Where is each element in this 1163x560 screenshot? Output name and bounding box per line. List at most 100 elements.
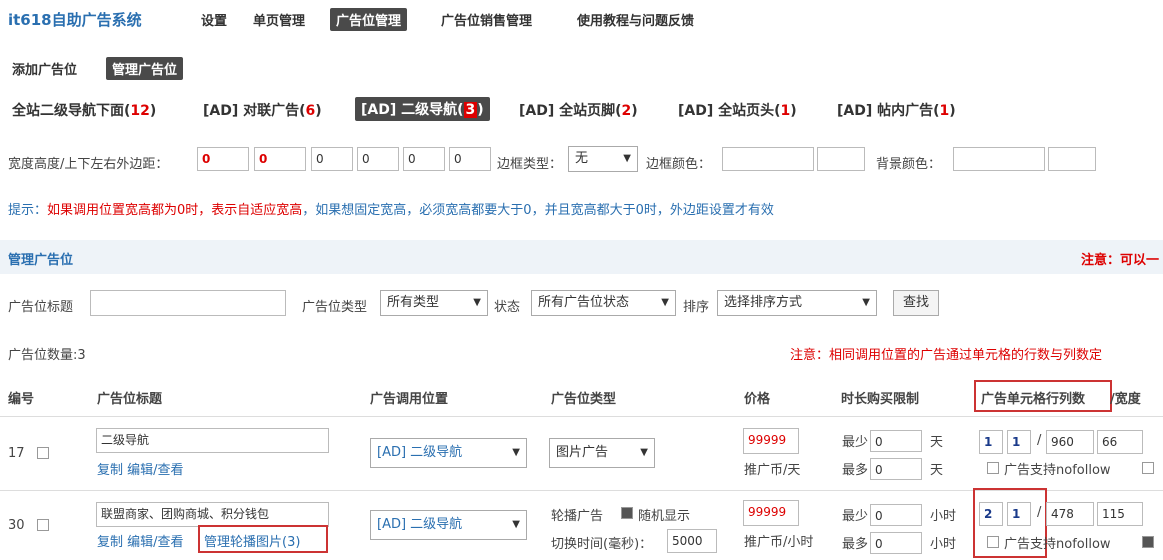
col-type: 广告位类型 xyxy=(551,392,617,407)
row-price-unit: 推广币/天 xyxy=(744,463,801,478)
filter-sort-label: 排序 xyxy=(683,300,710,315)
switch-time-input[interactable]: 5000 xyxy=(667,529,717,553)
random-label: 随机显示 xyxy=(638,509,691,524)
cols-input[interactable]: 1 xyxy=(1007,430,1031,454)
chevron-down-icon: ▼ xyxy=(661,297,669,308)
row-checkbox[interactable] xyxy=(37,447,49,459)
panel-header xyxy=(0,240,1163,274)
category-tab[interactable]: 全站二级导航下面(12) xyxy=(12,100,156,120)
chevron-down-icon: ▼ xyxy=(512,447,520,458)
random-checkbox[interactable] xyxy=(621,507,633,519)
min-input[interactable]: 0 xyxy=(870,430,922,452)
filter-type-select[interactable]: 所有类型 ▼ xyxy=(380,290,488,316)
category-tab[interactable]: [AD] 帖内广告(1) xyxy=(837,100,956,120)
filter-sort-select[interactable]: 选择排序方式 ▼ xyxy=(717,290,877,316)
filter-status-label: 状态 xyxy=(494,300,521,315)
row-price-input[interactable]: 99999 xyxy=(743,428,799,454)
col-width: /宽度 xyxy=(1110,392,1141,407)
border-color-input[interactable] xyxy=(722,147,814,171)
chevron-down-icon: ▼ xyxy=(623,153,631,164)
slot-count: 广告位数量:3 xyxy=(8,348,86,363)
row-actions-link[interactable]: 复制 编辑/查看 xyxy=(97,531,184,550)
panel-note: 注意：可以一 xyxy=(1080,253,1159,268)
height-input[interactable]: 115 xyxy=(1097,502,1143,526)
row-position-select[interactable]: [AD] 二级导航 ▼ xyxy=(370,510,527,540)
row-price-unit: 推广币/小时 xyxy=(744,535,814,550)
rows-input[interactable]: 2 xyxy=(979,502,1003,526)
margin-top-input[interactable]: 0 xyxy=(311,147,353,171)
separator: / xyxy=(1037,433,1042,448)
manage-carousel-link[interactable]: 管理轮播图片(3) xyxy=(204,531,300,550)
subnav-manage[interactable]: 管理广告位 xyxy=(106,57,184,80)
nav-settings[interactable]: 设置 xyxy=(201,10,227,29)
row-id: 30 xyxy=(8,518,25,533)
category-tab-active[interactable]: [AD] 二级导航(3) xyxy=(355,97,490,121)
row-actions-link[interactable]: 复制 编辑/查看 xyxy=(97,459,184,478)
max-input[interactable]: 0 xyxy=(870,458,922,480)
row-type-text: 轮播广告 xyxy=(551,509,604,524)
extra-checkbox[interactable] xyxy=(1142,462,1154,474)
unit-label: 小时 xyxy=(930,509,957,524)
min-input[interactable]: 0 xyxy=(870,504,922,526)
bg-color-swatch[interactable] xyxy=(1048,147,1096,171)
max-label: 最多 xyxy=(842,537,869,552)
category-tab[interactable]: [AD] 全站页脚(2) xyxy=(519,100,638,120)
col-position: 广告调用位置 xyxy=(370,392,449,407)
size-label: 宽度高度/上下左右外边距： xyxy=(8,157,169,172)
bg-color-input[interactable] xyxy=(953,147,1045,171)
count-note: 注意：相同调用位置的广告通过单元格的行数与列数定 xyxy=(790,348,1103,363)
min-label: 最少 xyxy=(842,435,869,450)
width-input[interactable]: 478 xyxy=(1046,502,1094,526)
nav-adslot-sales[interactable]: 广告位销售管理 xyxy=(441,10,532,29)
row-title-input[interactable]: 二级导航 xyxy=(96,428,329,453)
filter-title-input[interactable] xyxy=(90,290,286,316)
nav-page-manage[interactable]: 单页管理 xyxy=(253,10,305,29)
cols-input[interactable]: 1 xyxy=(1007,502,1031,526)
border-type-select[interactable]: 无 ▼ xyxy=(568,146,638,172)
search-button[interactable]: 查找 xyxy=(893,290,939,316)
unit-label: 小时 xyxy=(930,537,957,552)
subnav-add[interactable]: 添加广告位 xyxy=(12,59,77,78)
panel-title: 管理广告位 xyxy=(8,253,74,268)
nav-tutorial[interactable]: 使用教程与问题反馈 xyxy=(577,10,694,29)
category-tab[interactable]: [AD] 对联广告(6) xyxy=(203,100,322,120)
row-type-select[interactable]: 图片广告 ▼ xyxy=(549,438,655,468)
col-duration: 时长购买限制 xyxy=(841,392,920,407)
min-label: 最少 xyxy=(842,509,869,524)
width-input[interactable]: 0 xyxy=(197,147,249,171)
col-price: 价格 xyxy=(744,392,771,407)
margin-bottom-input[interactable]: 0 xyxy=(357,147,399,171)
unit-label: 天 xyxy=(930,435,944,450)
row-checkbox[interactable] xyxy=(37,519,49,531)
row-title-input[interactable]: 联盟商家、团购商城、积分钱包 xyxy=(96,502,329,527)
chevron-down-icon: ▼ xyxy=(862,297,870,308)
row-price-input[interactable]: 99999 xyxy=(743,500,799,526)
switch-time-label: 切换时间(毫秒)： xyxy=(551,537,653,552)
row-id: 17 xyxy=(8,446,25,461)
nofollow-label: 广告支持nofollow xyxy=(1004,537,1111,552)
height-input[interactable]: 0 xyxy=(254,147,306,171)
border-color-swatch[interactable] xyxy=(817,147,865,171)
max-input[interactable]: 0 xyxy=(870,532,922,554)
width-input[interactable]: 960 xyxy=(1046,430,1094,454)
extra-checkbox[interactable] xyxy=(1142,536,1154,548)
border-type-label: 边框类型： xyxy=(497,157,563,172)
filter-title-label: 广告位标题 xyxy=(8,300,74,315)
category-tab[interactable]: [AD] 全站页头(1) xyxy=(678,100,797,120)
row-position-select[interactable]: [AD] 二级导航 ▼ xyxy=(370,438,527,468)
rows-input[interactable]: 1 xyxy=(979,430,1003,454)
row-divider xyxy=(0,416,1163,417)
nav-adslot-manage[interactable]: 广告位管理 xyxy=(330,8,408,31)
filter-status-select[interactable]: 所有广告位状态 ▼ xyxy=(531,290,676,316)
border-color-label: 边框颜色： xyxy=(646,157,712,172)
height-input[interactable]: 66 xyxy=(1097,430,1143,454)
nofollow-checkbox[interactable] xyxy=(987,536,999,548)
brand-title: it618自助广告系统 xyxy=(8,11,142,29)
nofollow-checkbox[interactable] xyxy=(987,462,999,474)
chevron-down-icon: ▼ xyxy=(640,447,648,458)
margin-right-input[interactable]: 0 xyxy=(449,147,491,171)
chevron-down-icon: ▼ xyxy=(512,519,520,530)
margin-left-input[interactable]: 0 xyxy=(403,147,445,171)
col-title: 广告位标题 xyxy=(97,392,163,407)
max-label: 最多 xyxy=(842,463,869,478)
